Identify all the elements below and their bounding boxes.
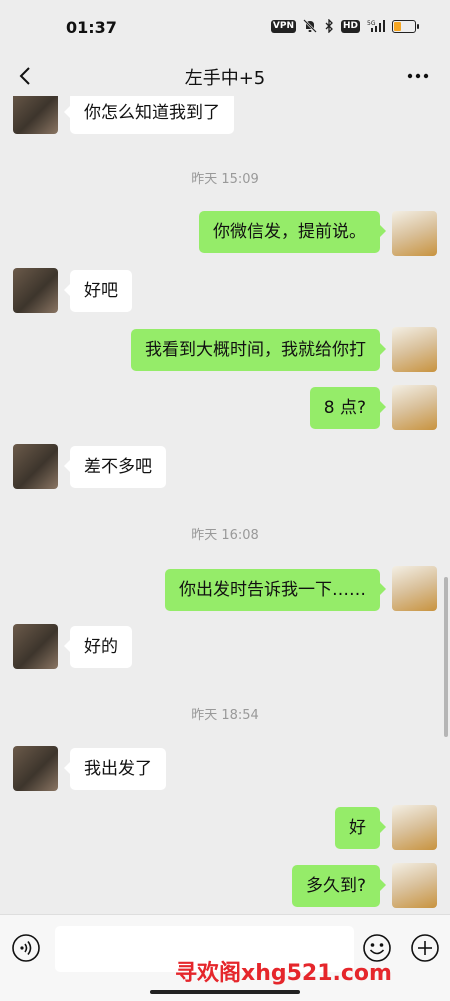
chat-title: 左手中+5 <box>184 68 266 89</box>
mute-bell-icon <box>303 19 317 33</box>
status-icons: VPN HD 5G <box>270 19 419 33</box>
svg-text:5G: 5G <box>367 20 376 27</box>
self-avatar[interactable] <box>392 805 437 850</box>
contact-avatar[interactable] <box>13 624 58 669</box>
received-message[interactable]: 好吧 <box>64 270 132 312</box>
self-avatar[interactable] <box>392 566 437 611</box>
scrollbar[interactable] <box>444 577 448 737</box>
contact-avatar[interactable] <box>13 746 58 791</box>
status-time: 01:37 <box>66 18 117 37</box>
sent-message[interactable]: 你微信发，提前说。 <box>199 211 386 253</box>
voice-input-icon[interactable] <box>11 933 41 963</box>
chat-header: 左手中+5 <box>0 56 450 96</box>
sent-message[interactable]: 好 <box>335 807 386 849</box>
message-timestamp: 昨天 15:09 <box>191 172 259 187</box>
more-options-icon[interactable] <box>406 66 430 86</box>
received-message[interactable]: 你怎么知道我到了 <box>64 96 234 134</box>
signal-icon: 5G <box>367 20 385 32</box>
self-avatar[interactable] <box>392 211 437 256</box>
received-message[interactable]: 好的 <box>64 626 132 668</box>
vpn-badge: VPN <box>270 19 296 33</box>
home-indicator[interactable] <box>150 990 300 994</box>
hd-badge: HD <box>340 19 360 33</box>
message-timestamp: 昨天 16:08 <box>191 528 259 543</box>
sent-message[interactable]: 我看到大概时间，我就给你打 <box>131 329 386 371</box>
self-avatar[interactable] <box>392 385 437 430</box>
received-message[interactable]: 差不多吧 <box>64 446 166 488</box>
input-bar: 寻欢阁xhg521.com <box>0 914 450 1001</box>
chat-messages[interactable]: 你怎么知道我到了 昨天 15:09 你微信发，提前说。 好吧 我看到大概时间，我… <box>0 96 450 914</box>
sent-message[interactable]: 你出发时告诉我一下…… <box>165 569 386 611</box>
add-more-icon[interactable] <box>410 933 440 963</box>
message-timestamp: 昨天 18:54 <box>191 708 259 723</box>
status-bar: 01:37 VPN HD 5G <box>0 0 450 56</box>
battery-icon <box>392 19 419 33</box>
contact-avatar[interactable] <box>13 444 58 489</box>
received-message[interactable]: 我出发了 <box>64 748 166 790</box>
sent-message[interactable]: 8 点? <box>309 387 387 429</box>
battery-level <box>394 21 401 31</box>
watermark-text: 寻欢阁xhg521.com <box>175 961 392 986</box>
self-avatar[interactable] <box>392 327 437 372</box>
sent-message[interactable]: 多久到? <box>291 865 387 907</box>
contact-avatar[interactable] <box>13 96 58 134</box>
contact-avatar[interactable] <box>13 268 58 313</box>
bluetooth-icon <box>325 19 333 33</box>
self-avatar[interactable] <box>392 863 437 908</box>
